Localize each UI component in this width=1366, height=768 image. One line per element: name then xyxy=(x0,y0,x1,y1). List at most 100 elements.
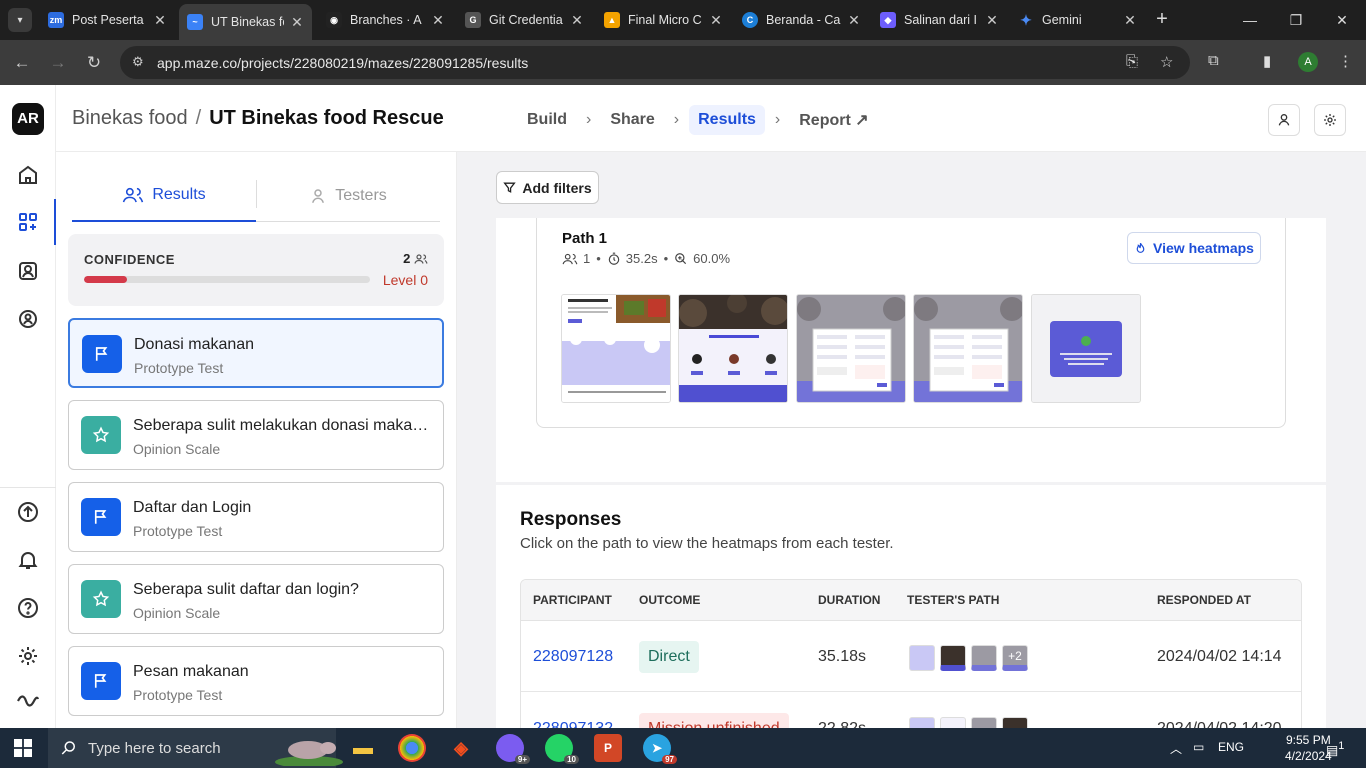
participant-id[interactable]: 228097132 xyxy=(533,720,613,728)
settings-gear-icon[interactable] xyxy=(16,644,40,668)
path-mini-thumbnail[interactable] xyxy=(909,717,935,728)
tab-testers[interactable]: Testers xyxy=(256,170,440,222)
new-tab-button[interactable]: + xyxy=(1150,8,1174,32)
path-mini-thumbnail[interactable] xyxy=(940,645,966,671)
participant-id[interactable]: 228097128 xyxy=(533,648,613,666)
panel-contacts-icon[interactable] xyxy=(16,259,40,283)
close-icon[interactable]: ✕ xyxy=(290,14,304,31)
path-more-count[interactable]: +2 xyxy=(1002,645,1028,671)
project-title[interactable]: UT Binekas food Rescue xyxy=(209,107,444,129)
browser-tab-active[interactable]: ~ UT Binekas fo ✕ xyxy=(179,4,312,40)
confidence-card: CONFIDENCE 2 Level 0 xyxy=(68,234,444,306)
telegram-icon[interactable]: ➤ 97 xyxy=(643,734,677,764)
minimize-button[interactable]: — xyxy=(1230,6,1270,34)
workspace-logo[interactable]: AR xyxy=(12,103,44,135)
responses-subtitle: Click on the path to view the heatmaps f… xyxy=(520,535,894,552)
close-icon[interactable]: ✕ xyxy=(1123,12,1137,29)
projects-grid-icon[interactable] xyxy=(16,210,40,234)
input-language[interactable]: ENG xyxy=(1218,740,1244,754)
browser-tab[interactable]: zm Post Peserta ✕ xyxy=(40,6,175,34)
home-icon[interactable] xyxy=(16,163,40,187)
thumbnail-form-screen xyxy=(797,295,905,402)
chrome-icon[interactable] xyxy=(398,734,426,762)
badge-count: 10 xyxy=(564,755,579,764)
close-icon[interactable]: ✕ xyxy=(985,12,999,29)
breadcrumb-workspace[interactable]: Binekas food xyxy=(72,107,188,129)
system-clock[interactable]: 9:55 PM 4/2/2024 xyxy=(1285,732,1332,764)
settings-button[interactable] xyxy=(1314,104,1346,136)
path-mini-thumbnail[interactable] xyxy=(971,645,997,671)
back-icon[interactable]: ← xyxy=(10,52,34,74)
browser-tab[interactable]: C Beranda - Ca ✕ xyxy=(734,6,869,34)
browser-tab[interactable]: ✦ Gemini ✕ xyxy=(1010,6,1145,34)
close-icon[interactable]: ✕ xyxy=(431,12,445,29)
browser-tab[interactable]: ◉ Branches · A ✕ xyxy=(318,6,453,34)
figma-icon[interactable]: ◈ xyxy=(447,734,475,762)
profile-avatar[interactable]: A xyxy=(1298,52,1318,72)
table-row[interactable]: 228097128 Direct 35.18s +2 2024/04/02 14… xyxy=(521,621,1301,692)
whatsapp-icon[interactable]: 10 xyxy=(545,734,579,764)
close-window-button[interactable]: ✕ xyxy=(1322,6,1362,34)
notifications-bell-icon[interactable] xyxy=(16,548,40,572)
browser-tab[interactable]: G Git Credentia ✕ xyxy=(457,6,592,34)
block-card[interactable]: Daftar dan Login Prototype Test xyxy=(68,482,444,552)
browser-tab[interactable]: ◆ Salinan dari I ✕ xyxy=(872,6,1007,34)
browser-tab[interactable]: ▲ Final Micro C ✕ xyxy=(596,6,731,34)
forward-icon[interactable]: → xyxy=(46,52,70,74)
billing-user-icon[interactable] xyxy=(16,307,40,331)
upgrade-arrow-icon[interactable] xyxy=(16,500,40,524)
block-card[interactable]: Pesan makanan Prototype Test xyxy=(68,646,444,716)
path-mini-thumbnail[interactable] xyxy=(1002,717,1028,728)
block-card[interactable]: Donasi makanan Prototype Test xyxy=(68,318,444,388)
reload-icon[interactable]: ↻ xyxy=(82,52,106,74)
path-card[interactable]: Path 1 1 • 35.2s • 60.0% View heatmaps xyxy=(536,218,1286,428)
response-duration: 35.18s xyxy=(818,648,867,665)
restore-button[interactable]: ❐ xyxy=(1276,6,1316,34)
step-report[interactable]: Report ↗ xyxy=(790,104,877,136)
block-card[interactable]: Seberapa sulit melakukan donasi makanan?… xyxy=(68,400,444,470)
site-info-icon[interactable]: ⚙ xyxy=(132,54,144,70)
install-app-icon[interactable]: ⎘ xyxy=(1126,53,1138,70)
windows-start-icon[interactable] xyxy=(14,739,32,757)
menu-kebab-icon[interactable]: ⋮ xyxy=(1338,52,1353,70)
add-filters-button[interactable]: Add filters xyxy=(496,171,599,204)
help-icon[interactable] xyxy=(16,596,40,620)
screen-thumbnail[interactable] xyxy=(796,294,906,403)
path-mini-thumbnail[interactable] xyxy=(971,717,997,728)
bookmark-star-icon[interactable]: ☆ xyxy=(1160,53,1173,71)
close-icon[interactable]: ✕ xyxy=(847,12,861,29)
file-explorer-icon[interactable]: ▬ xyxy=(349,734,377,762)
screen-thumbnail[interactable] xyxy=(678,294,788,403)
screen-thumbnail[interactable] xyxy=(913,294,1023,403)
tab-search-button[interactable]: ▾ xyxy=(8,8,32,32)
user-button[interactable] xyxy=(1268,104,1300,136)
block-title: Pesan makanan xyxy=(133,663,249,680)
chrome-profile-icon[interactable]: 9+ xyxy=(496,734,530,764)
close-icon[interactable]: ✕ xyxy=(709,12,723,29)
screen-thumbnail[interactable] xyxy=(1031,294,1141,403)
step-results[interactable]: Results xyxy=(689,105,765,135)
close-icon[interactable]: ✕ xyxy=(570,12,584,29)
side-panel-icon[interactable]: ▮ xyxy=(1263,52,1271,70)
table-row[interactable]: 228097132 Mission unfinished 22.82s 2024… xyxy=(521,693,1301,728)
taskbar-search[interactable]: Type here to search xyxy=(48,728,343,768)
powerpoint-icon[interactable]: P xyxy=(594,734,622,762)
extensions-icon[interactable]: ⧉ xyxy=(1208,52,1219,69)
tray-chevron-up-icon[interactable]: ︿ xyxy=(1170,740,1182,757)
maze-brand-icon[interactable] xyxy=(16,686,40,710)
tab-testers-label: Testers xyxy=(335,187,387,204)
path-mini-thumbnail[interactable] xyxy=(940,717,966,728)
step-build[interactable]: Build xyxy=(518,105,576,135)
view-heatmaps-button[interactable]: View heatmaps xyxy=(1127,232,1261,264)
chevron-right-icon: › xyxy=(774,111,781,128)
notification-center-icon[interactable]: ▤1 xyxy=(1326,740,1344,758)
step-share[interactable]: Share xyxy=(601,105,663,135)
screen-thumbnail[interactable] xyxy=(561,294,671,403)
tab-results[interactable]: Results xyxy=(72,170,256,222)
url-text[interactable]: app.maze.co/projects/228080219/mazes/228… xyxy=(157,55,528,71)
battery-icon[interactable]: ▭ xyxy=(1193,740,1204,754)
path-mini-thumbnail[interactable] xyxy=(909,645,935,671)
address-bar[interactable]: ⚙ app.maze.co/projects/228080219/mazes/2… xyxy=(120,46,1190,79)
close-icon[interactable]: ✕ xyxy=(153,12,167,29)
block-card[interactable]: Seberapa sulit daftar dan login? Opinion… xyxy=(68,564,444,634)
